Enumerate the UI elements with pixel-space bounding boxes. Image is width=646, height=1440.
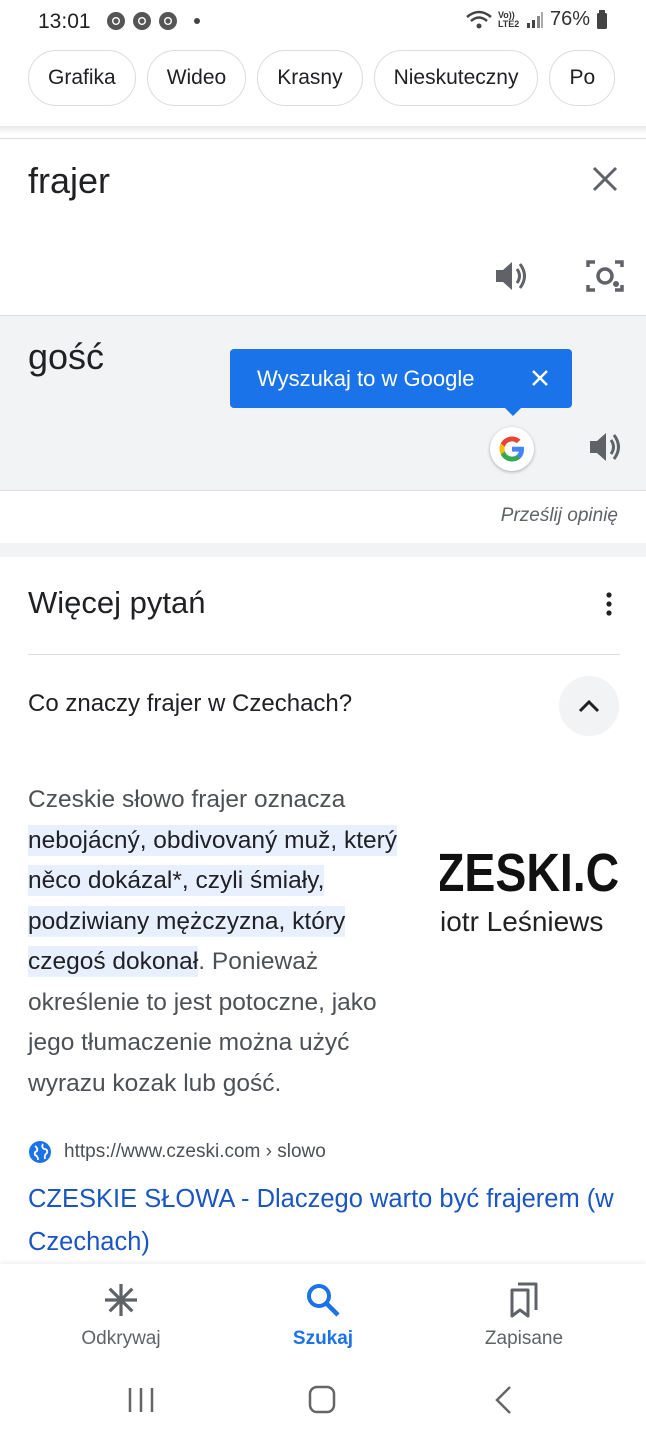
source-row[interactable]: https://www.czeski.com › slowo bbox=[28, 1140, 326, 1164]
wifi-icon bbox=[466, 10, 492, 28]
nav-saved[interactable]: Zapisane bbox=[444, 1280, 604, 1350]
network-label: Vo)) LTE2 bbox=[497, 9, 520, 29]
chip-po[interactable]: Po bbox=[549, 50, 616, 106]
question-text[interactable]: Co znaczy frajer w Czechach? bbox=[28, 690, 352, 718]
tooltip-close-icon[interactable] bbox=[530, 368, 550, 388]
thumbnail-author-text: iotr Leśniews bbox=[440, 906, 604, 937]
more-notifications-dot bbox=[194, 18, 200, 24]
status-indicators: Vo)) LTE2 76% bbox=[466, 8, 608, 31]
recent-apps-icon[interactable] bbox=[121, 1385, 161, 1415]
answer-snippet: Czeskie słowo frajer oznacza nebojácný, … bbox=[28, 780, 428, 1104]
thumbnail-logo-text: ZESKI.C bbox=[440, 843, 620, 903]
result-title-link[interactable]: CZESKIE SŁOWA - Dlaczego warto być fraje… bbox=[28, 1178, 628, 1264]
battery-percent: 76% bbox=[549, 8, 590, 30]
bookmarks-icon bbox=[510, 1282, 538, 1318]
search-in-google-tooltip[interactable]: Wyszukaj to w Google bbox=[230, 349, 572, 408]
more-questions-title: Więcej pytań bbox=[28, 585, 206, 620]
notification-icons bbox=[106, 11, 200, 31]
nav-discover[interactable]: Odkrywaj bbox=[41, 1280, 201, 1350]
camera-translate-icon[interactable] bbox=[585, 257, 625, 295]
tooltip-label: Wyszukaj to w Google bbox=[257, 365, 475, 391]
result-thumbnail[interactable]: ZESKI.C iotr Leśniews bbox=[440, 842, 622, 946]
chip-wideo[interactable]: Wideo bbox=[146, 50, 247, 106]
filter-chips: Grafika Wideo Krasny Nieskuteczny Po bbox=[28, 50, 616, 106]
google-search-button[interactable] bbox=[490, 427, 534, 471]
source-url: https://www.czeski.com › slowo bbox=[64, 1141, 326, 1162]
chip-grafika[interactable]: Grafika bbox=[28, 50, 136, 106]
chip-nieskuteczny[interactable]: Nieskuteczny bbox=[373, 50, 539, 106]
speaker-icon[interactable] bbox=[586, 428, 624, 466]
google-g-icon bbox=[499, 436, 524, 462]
asterisk-icon bbox=[105, 1284, 137, 1316]
chrome-notification-icon bbox=[133, 12, 151, 30]
feedback-link[interactable]: Prześlij opinię bbox=[501, 505, 618, 527]
source-text[interactable]: frajer bbox=[28, 160, 110, 202]
signal-icon bbox=[526, 11, 543, 28]
divider bbox=[28, 654, 620, 655]
nav-search-label: Szukaj bbox=[292, 1328, 354, 1349]
home-icon[interactable] bbox=[302, 1385, 342, 1415]
chip-krasny[interactable]: Krasny bbox=[257, 50, 363, 106]
more-options-icon[interactable] bbox=[598, 590, 620, 618]
close-icon[interactable] bbox=[590, 164, 620, 194]
collapse-button[interactable] bbox=[559, 676, 619, 736]
section-separator bbox=[0, 543, 646, 557]
battery-icon bbox=[597, 9, 607, 29]
status-time: 13:01 bbox=[38, 10, 91, 33]
answer-text-before: Czeskie słowo frajer oznacza bbox=[28, 786, 346, 813]
target-text: gość bbox=[28, 336, 105, 377]
globe-icon bbox=[29, 1141, 51, 1163]
speaker-icon[interactable] bbox=[492, 257, 530, 295]
chrome-notification-icon bbox=[107, 12, 125, 30]
chevron-up-icon bbox=[578, 699, 600, 713]
nav-search[interactable]: Szukaj bbox=[243, 1280, 403, 1350]
search-icon bbox=[307, 1284, 340, 1317]
tooltip-arrow bbox=[503, 406, 523, 416]
back-icon[interactable] bbox=[484, 1385, 524, 1415]
nav-discover-label: Odkrywaj bbox=[81, 1328, 161, 1349]
nav-saved-label: Zapisane bbox=[484, 1328, 564, 1349]
chips-shadow bbox=[0, 126, 646, 134]
chrome-notification-icon bbox=[159, 12, 177, 30]
